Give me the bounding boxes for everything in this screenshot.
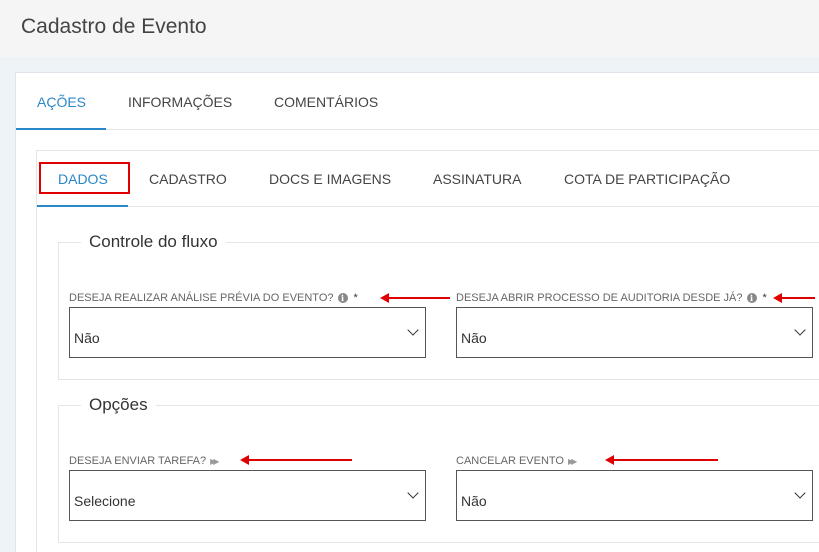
tab-assinatura[interactable]: ASSINATURA: [433, 171, 521, 187]
tab-docs-e-imagens[interactable]: DOCS E IMAGENS: [269, 171, 391, 187]
select-value: Não: [461, 493, 487, 509]
sub-card: DADOS CADASTRO DOCS E IMAGENS ASSINATURA…: [36, 150, 819, 552]
annotation-arrow: [240, 455, 352, 465]
select-analise-previa[interactable]: Não: [69, 307, 426, 358]
chevron-down-icon: [407, 487, 419, 499]
select-cancelar-evento[interactable]: Não: [456, 470, 813, 521]
fieldset-legend: Controle do fluxo: [81, 232, 226, 252]
field-label-analise-previa: DESEJA REALIZAR ANÁLISE PRÉVIA DO EVENTO…: [69, 292, 358, 304]
fieldset-controle-fluxo: Controle do fluxo DESEJA REALIZAR ANÁLIS…: [58, 232, 819, 380]
select-processo-auditoria[interactable]: Não: [456, 307, 813, 358]
sub-tabs: DADOS CADASTRO DOCS E IMAGENS ASSINATURA…: [37, 151, 819, 207]
fieldset-opcoes: Opções DESEJA ENVIAR TAREFA? ▶▶ Selecion…: [58, 395, 819, 543]
chevron-down-icon: [794, 487, 806, 499]
info-icon[interactable]: i: [746, 293, 757, 303]
tab-cota-de-participacao[interactable]: COTA DE PARTICIPAÇÃO: [564, 171, 730, 187]
tab-comentarios[interactable]: COMENTÁRIOS: [274, 94, 378, 110]
required-marker: *: [762, 292, 767, 304]
main-tabs: AÇÕES INFORMAÇÕES COMENTÁRIOS: [16, 73, 819, 130]
field-label-cancelar-evento: CANCELAR EVENTO ▶▶: [456, 455, 577, 467]
tab-cadastro[interactable]: CADASTRO: [149, 171, 227, 187]
play-icon: ▶▶: [568, 456, 577, 466]
fieldset-legend: Opções: [81, 395, 156, 415]
page-title: Cadastro de Evento: [21, 15, 207, 38]
annotation-arrow: [605, 455, 718, 465]
play-icon: ▶▶: [210, 456, 219, 466]
info-icon[interactable]: i: [337, 293, 348, 303]
annotation-arrow: [380, 293, 450, 303]
field-label-processo-auditoria: DESEJA ABRIR PROCESSO DE AUDITORIA DESDE…: [456, 292, 767, 304]
chevron-down-icon: [794, 324, 806, 336]
tab-informacoes[interactable]: INFORMAÇÕES: [128, 94, 232, 110]
chevron-down-icon: [407, 324, 419, 336]
annotation-arrow: [773, 293, 815, 303]
tab-dados[interactable]: DADOS: [58, 171, 108, 187]
active-subtab-indicator: [37, 205, 128, 207]
required-marker: *: [353, 292, 358, 304]
select-value: Não: [461, 330, 487, 346]
tab-acoes[interactable]: AÇÕES: [37, 94, 86, 110]
main-card: AÇÕES INFORMAÇÕES COMENTÁRIOS DADOS CADA…: [15, 72, 819, 552]
select-value: Não: [74, 330, 100, 346]
active-tab-indicator: [16, 128, 106, 130]
field-label-enviar-tarefa: DESEJA ENVIAR TAREFA? ▶▶: [69, 455, 220, 467]
page-header: Cadastro de Evento: [0, 0, 819, 57]
select-enviar-tarefa[interactable]: Selecione: [69, 470, 426, 521]
select-value: Selecione: [74, 493, 136, 509]
